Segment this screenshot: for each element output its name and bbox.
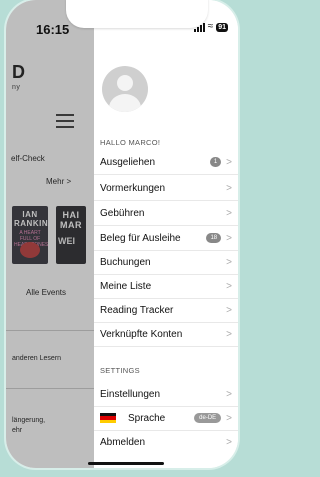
menu-item-gebuehren[interactable]: Gebühren > [94, 201, 238, 226]
battery-icon: 91 [216, 22, 228, 32]
chevron-right-icon: > [226, 388, 232, 400]
chevron-right-icon: > [226, 232, 232, 244]
menu-item-ausgeliehen[interactable]: Ausgeliehen 1 > [94, 150, 238, 175]
menu-item-sprache[interactable]: Sprache de-DE > [94, 406, 238, 431]
notch [66, 0, 208, 28]
chevron-right-icon: > [226, 256, 232, 268]
chevron-right-icon: > [226, 436, 232, 448]
chevron-right-icon: > [226, 280, 232, 292]
phone-frame: 16:15 D ny elf-Check Mehr > IAN RANKIN A … [6, 0, 238, 468]
menu-item-meine-liste[interactable]: Meine Liste > [94, 274, 238, 299]
status-time: 16:15 [36, 22, 70, 37]
chevron-right-icon: > [226, 182, 232, 194]
avatar[interactable] [102, 66, 148, 112]
menu-item-beleg[interactable]: Beleg für Ausleihe 18 > [94, 226, 238, 251]
menu-item-einstellungen[interactable]: Einstellungen > [94, 382, 238, 407]
menu-item-vormerkungen[interactable]: Vormerkungen > [94, 176, 238, 201]
count-badge: 1 [209, 157, 222, 167]
count-badge: 18 [206, 233, 222, 243]
wifi-icon: ≈ [207, 21, 214, 32]
menu-item-abmelden[interactable]: Abmelden > [94, 430, 238, 454]
dim-overlay[interactable] [6, 0, 94, 468]
language-badge: de-DE [194, 413, 222, 423]
menu-item-buchungen[interactable]: Buchungen > [94, 250, 238, 275]
settings-header: SETTINGS [100, 366, 140, 375]
home-indicator [88, 462, 164, 465]
german-flag-icon [100, 413, 116, 423]
chevron-right-icon: > [226, 412, 232, 424]
greeting: HALLO MARCO! [100, 138, 161, 147]
chevron-right-icon: > [226, 328, 232, 340]
side-drawer: ≈ 91 HALLO MARCO! Ausgeliehen 1 > Vormer… [94, 0, 238, 468]
chevron-right-icon: > [226, 304, 232, 316]
menu-item-verknuepfte-konten[interactable]: Verknüpfte Konten > [94, 322, 238, 347]
menu-item-reading-tracker[interactable]: Reading Tracker > [94, 298, 238, 323]
chevron-right-icon: > [226, 207, 232, 219]
chevron-right-icon: > [226, 156, 232, 168]
